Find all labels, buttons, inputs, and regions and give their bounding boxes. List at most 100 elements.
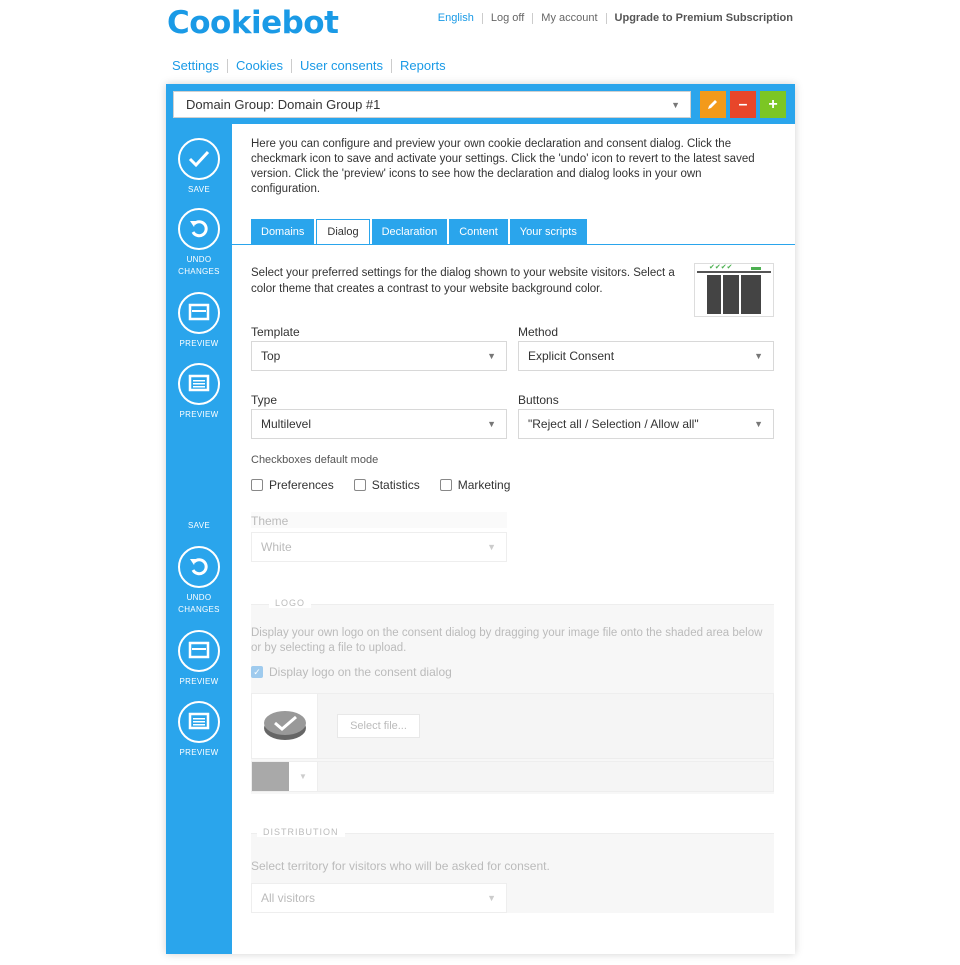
action-sidebar: SAVE UNDO CHANGES PREVIEW PREVIEW SAVE U… — [166, 124, 232, 954]
separator — [532, 12, 534, 24]
preview-dialog-icon — [178, 292, 220, 334]
language-link[interactable]: English — [438, 12, 474, 24]
save-button-lower[interactable]: SAVE — [166, 520, 232, 532]
undo-label-line2: CHANGES — [178, 605, 220, 614]
checkbox-box[interactable] — [251, 479, 263, 491]
thumbnail-bar: ✔✔✔✔ — [697, 264, 771, 273]
cookiebot-logo[interactable]: Cookiebot — [167, 5, 339, 41]
preview-label: PREVIEW — [179, 410, 219, 419]
checkbox-mode-row: Preferences Statistics Marketing — [251, 478, 530, 492]
chevron-down-icon: ▼ — [754, 419, 763, 429]
type-value: Multilevel — [261, 417, 312, 431]
logo-drop-area[interactable]: Select file... — [251, 693, 774, 759]
logo-legend-line — [251, 604, 774, 605]
statistics-checkbox[interactable]: Statistics — [353, 478, 420, 492]
thumbnail-column — [723, 275, 739, 314]
tab-domains[interactable]: Domains — [251, 219, 315, 245]
template-label: Template — [251, 325, 300, 339]
marketing-label: Marketing — [457, 478, 511, 492]
template-select[interactable]: Top ▼ — [251, 341, 507, 371]
tab-underline — [232, 244, 795, 245]
preferences-checkbox[interactable]: Preferences — [251, 478, 334, 492]
method-label: Method — [518, 325, 559, 339]
plus-icon: + — [768, 96, 778, 113]
nav-reports[interactable]: Reports — [400, 58, 446, 73]
preview-dialog-button[interactable]: PREVIEW — [166, 292, 232, 350]
theme-label-bg — [251, 512, 507, 528]
color-swatch[interactable] — [252, 762, 289, 791]
logo-legend: LOGO — [269, 598, 312, 608]
chevron-down-icon: ▼ — [487, 893, 496, 903]
undo-icon — [178, 208, 220, 250]
cookiebot-logo-icon — [264, 711, 306, 740]
tab-your-scripts[interactable]: Your scripts — [509, 219, 587, 245]
buttons-select[interactable]: "Reject all / Selection / Allow all" ▼ — [518, 409, 774, 439]
log-off-link[interactable]: Log off — [491, 12, 524, 24]
top-links: English Log off My account Upgrade to Pr… — [438, 12, 793, 24]
chevron-down-icon[interactable]: ▼ — [289, 762, 318, 791]
method-value: Explicit Consent — [528, 349, 615, 363]
distribution-legend: DISTRIBUTION — [257, 827, 345, 837]
intro-text: Here you can configure and preview your … — [251, 138, 755, 195]
preview-declaration-icon — [178, 363, 220, 405]
nav-settings[interactable]: Settings — [172, 58, 219, 73]
thumbnail-column — [707, 275, 721, 314]
tab-declaration[interactable]: Declaration — [371, 219, 448, 245]
dialog-preview-thumbnail: ✔✔✔✔ — [694, 263, 774, 317]
type-select[interactable]: Multilevel ▼ — [251, 409, 507, 439]
chevron-down-icon: ▼ — [487, 542, 496, 552]
checkbox-mode-label: Checkboxes default mode — [251, 454, 379, 466]
undo-changes-button[interactable]: UNDO CHANGES — [166, 208, 232, 278]
thumbnail-button — [751, 267, 761, 270]
select-file-button[interactable]: Select file... — [337, 714, 420, 738]
dialog-description: Select your preferred settings for the d… — [251, 267, 675, 295]
checkbox-box[interactable] — [353, 479, 366, 491]
template-value: Top — [261, 349, 281, 363]
distribution-select[interactable]: All visitors ▼ — [251, 883, 507, 913]
separator — [605, 12, 607, 24]
remove-domain-group-button[interactable]: – — [730, 91, 756, 118]
marketing-checkbox[interactable]: Marketing — [439, 478, 511, 492]
display-logo-label: Display logo on the consent dialog — [269, 665, 452, 679]
edit-domain-group-button[interactable] — [700, 91, 726, 118]
theme-select[interactable]: White ▼ — [251, 532, 507, 562]
my-account-link[interactable]: My account — [541, 12, 597, 24]
tab-dialog[interactable]: Dialog — [316, 219, 370, 245]
separator — [481, 12, 483, 24]
nav-cookies[interactable]: Cookies — [236, 58, 283, 73]
logo-color-row: ▼ — [251, 761, 774, 792]
checkmark-icon: ✔✔✔✔ — [709, 264, 733, 271]
type-label: Type — [251, 393, 278, 407]
preview-declaration-button[interactable]: PREVIEW — [166, 363, 232, 421]
separator — [290, 58, 292, 73]
preview-dialog-button-lower[interactable]: PREVIEW — [166, 630, 232, 688]
method-select[interactable]: Explicit Consent ▼ — [518, 341, 774, 371]
separator — [391, 58, 393, 73]
minus-icon: – — [738, 96, 748, 113]
pencil-icon — [708, 100, 717, 109]
save-label: SAVE — [188, 521, 210, 530]
distribution-description: Select territory for visitors who will b… — [251, 859, 550, 873]
preview-label: PREVIEW — [179, 748, 219, 757]
checkbox-box[interactable] — [439, 479, 452, 491]
checkmark-icon — [178, 138, 220, 180]
tab-content[interactable]: Content — [449, 219, 508, 245]
settings-tabs: Domains Dialog Declaration Content Your … — [251, 219, 589, 245]
undo-changes-button-lower[interactable]: UNDO CHANGES — [166, 546, 232, 616]
save-label: SAVE — [188, 185, 210, 194]
settings-panel: Domain Group: Domain Group #1 ▼ – + SAVE… — [166, 84, 795, 954]
undo-label-line1: UNDO — [186, 593, 212, 602]
logo-preview — [252, 694, 318, 758]
preview-dialog-icon — [178, 630, 220, 672]
separator — [226, 58, 228, 73]
upgrade-link[interactable]: Upgrade to Premium Subscription — [615, 12, 793, 24]
display-logo-checkbox[interactable]: ✓ Display logo on the consent dialog — [251, 665, 452, 679]
domain-group-select[interactable]: Domain Group: Domain Group #1 ▼ — [173, 91, 691, 118]
chevron-down-icon: ▼ — [754, 351, 763, 361]
main-nav: Settings Cookies User consents Reports — [172, 58, 446, 73]
preview-declaration-button-lower[interactable]: PREVIEW — [166, 701, 232, 759]
save-button[interactable]: SAVE — [166, 138, 232, 196]
nav-user-consents[interactable]: User consents — [300, 58, 383, 73]
buttons-value: "Reject all / Selection / Allow all" — [528, 417, 699, 431]
add-domain-group-button[interactable]: + — [760, 91, 786, 118]
